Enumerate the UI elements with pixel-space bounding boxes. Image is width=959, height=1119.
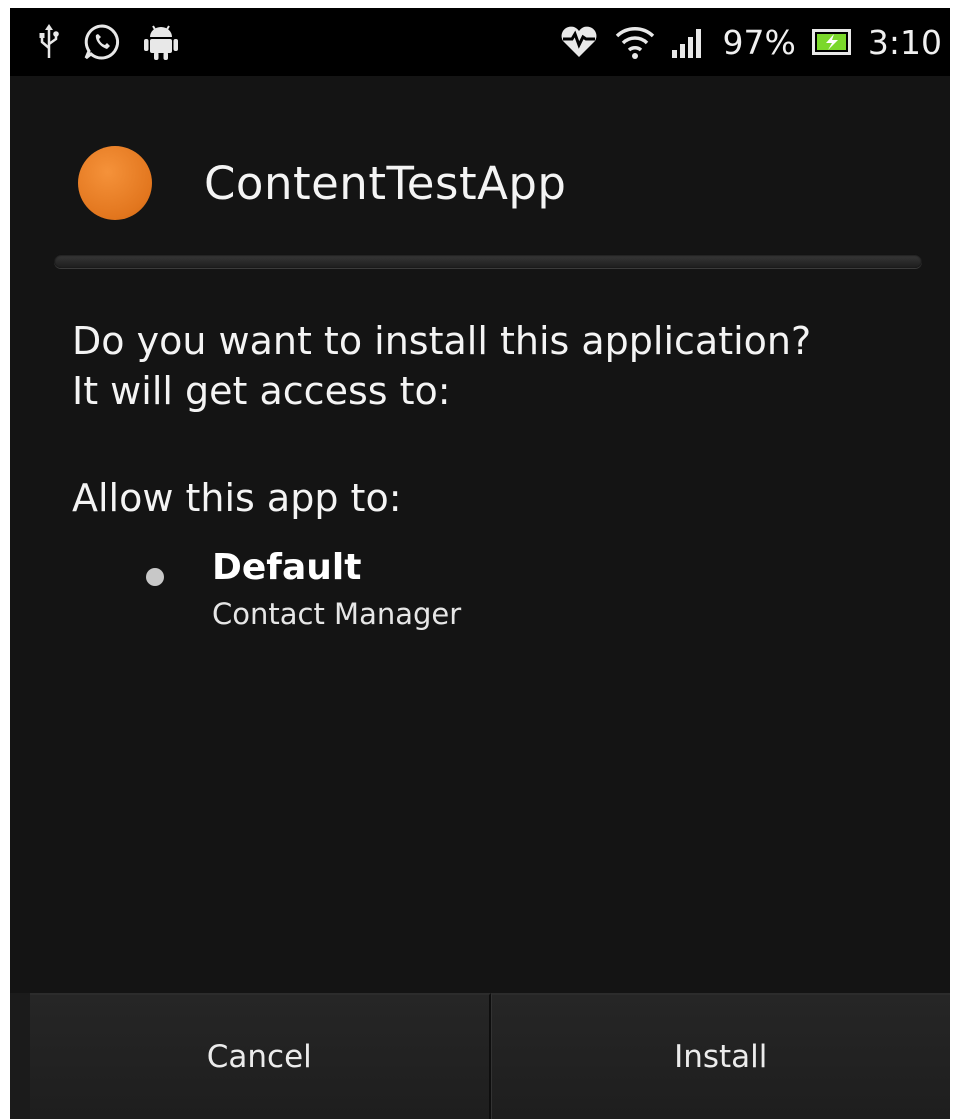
- usb-icon: [38, 24, 60, 60]
- app-name: ContentTestApp: [204, 156, 567, 210]
- heart-rate-icon: [559, 25, 599, 59]
- permission-title: Default: [212, 547, 362, 588]
- bullet-icon: [146, 568, 164, 586]
- install-dialog-screen: 97% 3:10 ContentTestApp Do you want to i…: [10, 8, 950, 1119]
- status-bar-system: 97% 3:10: [559, 18, 942, 66]
- permissions-heading: Allow this app to:: [72, 476, 402, 520]
- permission-description: Contact Manager: [212, 597, 462, 631]
- battery-percent: 97%: [722, 22, 796, 62]
- question-line-1: Do you want to install this application?: [72, 319, 812, 363]
- signal-icon: [671, 25, 707, 59]
- dialog-content: ContentTestApp Do you want to install th…: [10, 76, 950, 993]
- install-button[interactable]: Install: [490, 993, 950, 1119]
- permission-text: Default Contact Manager: [212, 546, 461, 634]
- header-divider-bar: [54, 254, 922, 268]
- whatsapp-icon: [82, 22, 122, 62]
- question-line-2: It will get access to:: [72, 369, 451, 413]
- install-question: Do you want to install this application?…: [72, 316, 932, 416]
- android-debug-icon: [144, 23, 178, 61]
- dialog-button-bar: Cancel Install: [10, 993, 950, 1119]
- status-bar-notifications: [38, 18, 178, 66]
- status-bar: 97% 3:10: [10, 8, 950, 76]
- orange-circle-icon: [78, 146, 152, 220]
- app-header: ContentTestApp: [78, 146, 567, 220]
- clock-time: 3:10: [867, 22, 942, 62]
- permission-item: Default Contact Manager: [146, 546, 461, 634]
- wifi-icon: [615, 24, 655, 60]
- cancel-button[interactable]: Cancel: [30, 993, 491, 1119]
- battery-icon: [811, 28, 852, 56]
